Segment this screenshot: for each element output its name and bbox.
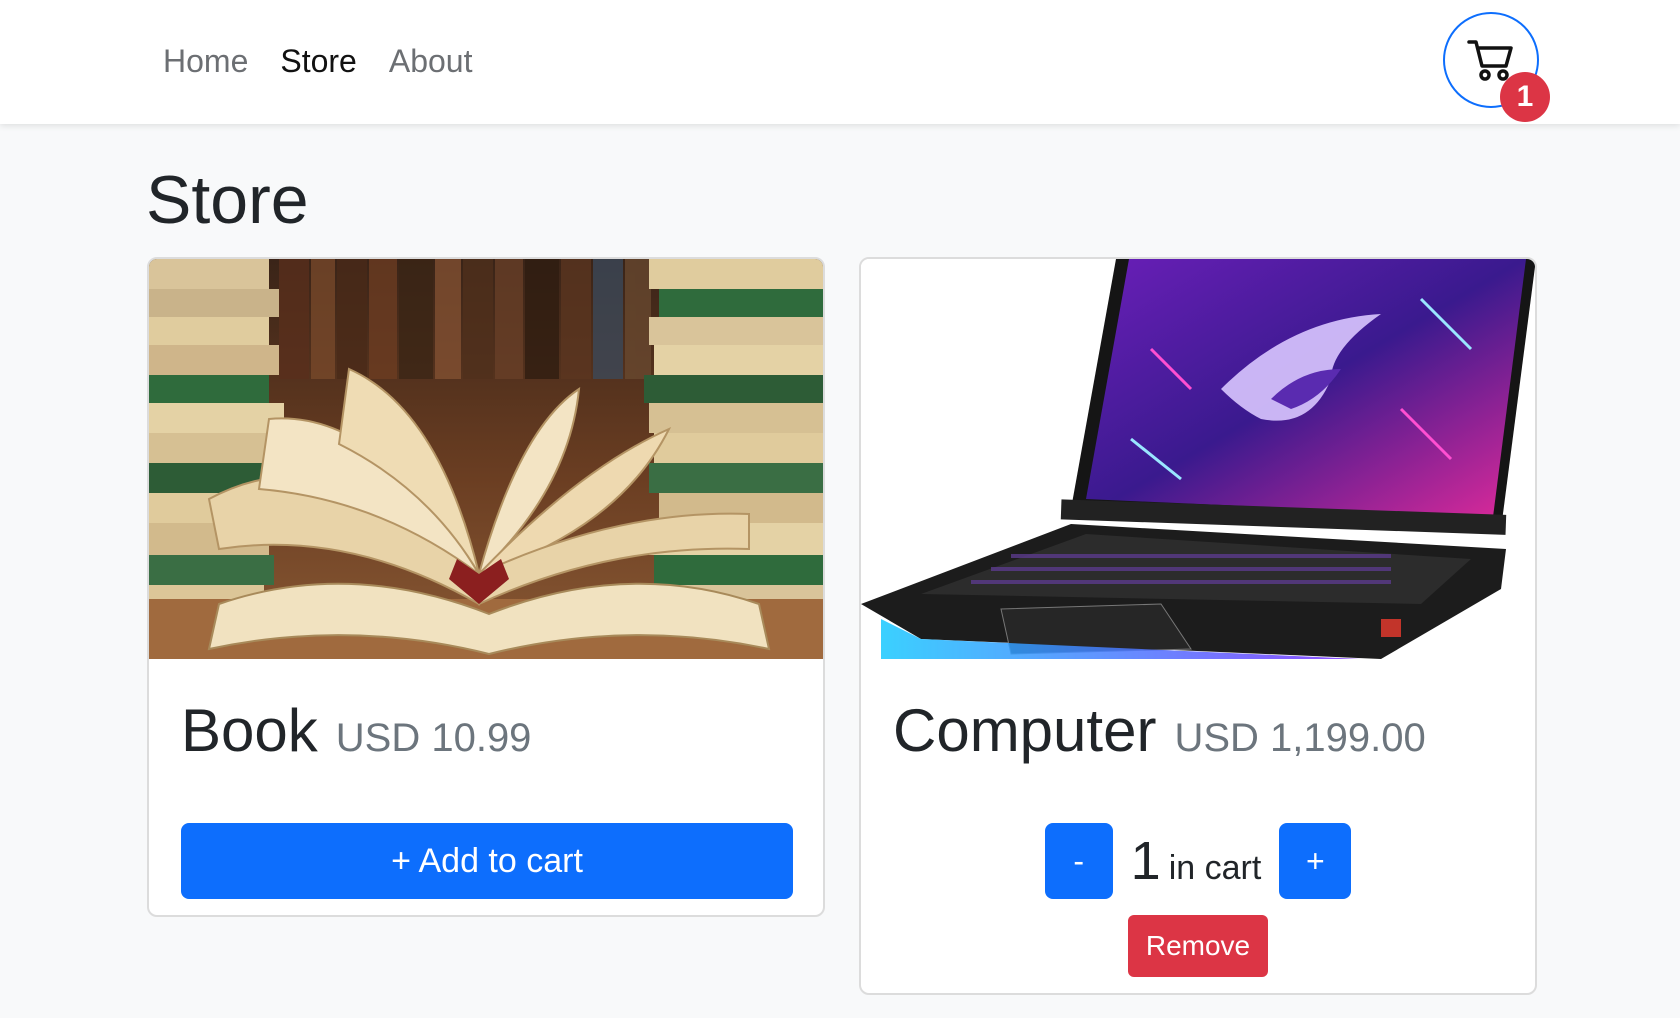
book-card-body: Book USD 10.99 + Add to cart (149, 659, 823, 899)
product-price: USD 10.99 (335, 716, 532, 760)
product-price: USD 1,199.00 (1174, 716, 1426, 760)
increment-button[interactable]: + (1279, 823, 1352, 899)
nav-link-about[interactable]: About (389, 41, 473, 81)
quantity-display: 1 in cart (1129, 829, 1264, 893)
book-image (149, 259, 823, 659)
shopping-cart-icon (1467, 40, 1513, 81)
computer-image (861, 259, 1535, 659)
decrement-button[interactable]: - (1044, 823, 1113, 899)
remove-wrap: Remove (893, 915, 1503, 977)
book-title-row: Book USD 10.99 (181, 695, 791, 767)
navbar: Home Store About 1 (0, 0, 1680, 124)
quantity-controls: - 1 in cart + (893, 823, 1503, 899)
quantity-label: in cart (1168, 849, 1262, 887)
cart-count-badge: 1 (1500, 72, 1550, 122)
computer-title-row: Computer USD 1,199.00 (893, 695, 1503, 767)
nav-link-home[interactable]: Home (163, 41, 248, 81)
product-name: Computer (893, 697, 1157, 764)
product-name: Book (181, 697, 318, 764)
nav-links: Home Store About (163, 41, 472, 81)
quantity-value: 1 (1130, 831, 1161, 891)
product-card-computer: Computer USD 1,199.00 - 1 in cart + Remo… (859, 257, 1537, 995)
page-title: Store (146, 162, 309, 238)
add-to-cart-button[interactable]: + Add to cart (181, 823, 793, 899)
product-card-book: Book USD 10.99 + Add to cart (147, 257, 825, 917)
remove-button[interactable]: Remove (1128, 915, 1268, 977)
nav-link-store[interactable]: Store (280, 41, 356, 81)
computer-card-body: Computer USD 1,199.00 - 1 in cart + Remo… (861, 659, 1535, 977)
